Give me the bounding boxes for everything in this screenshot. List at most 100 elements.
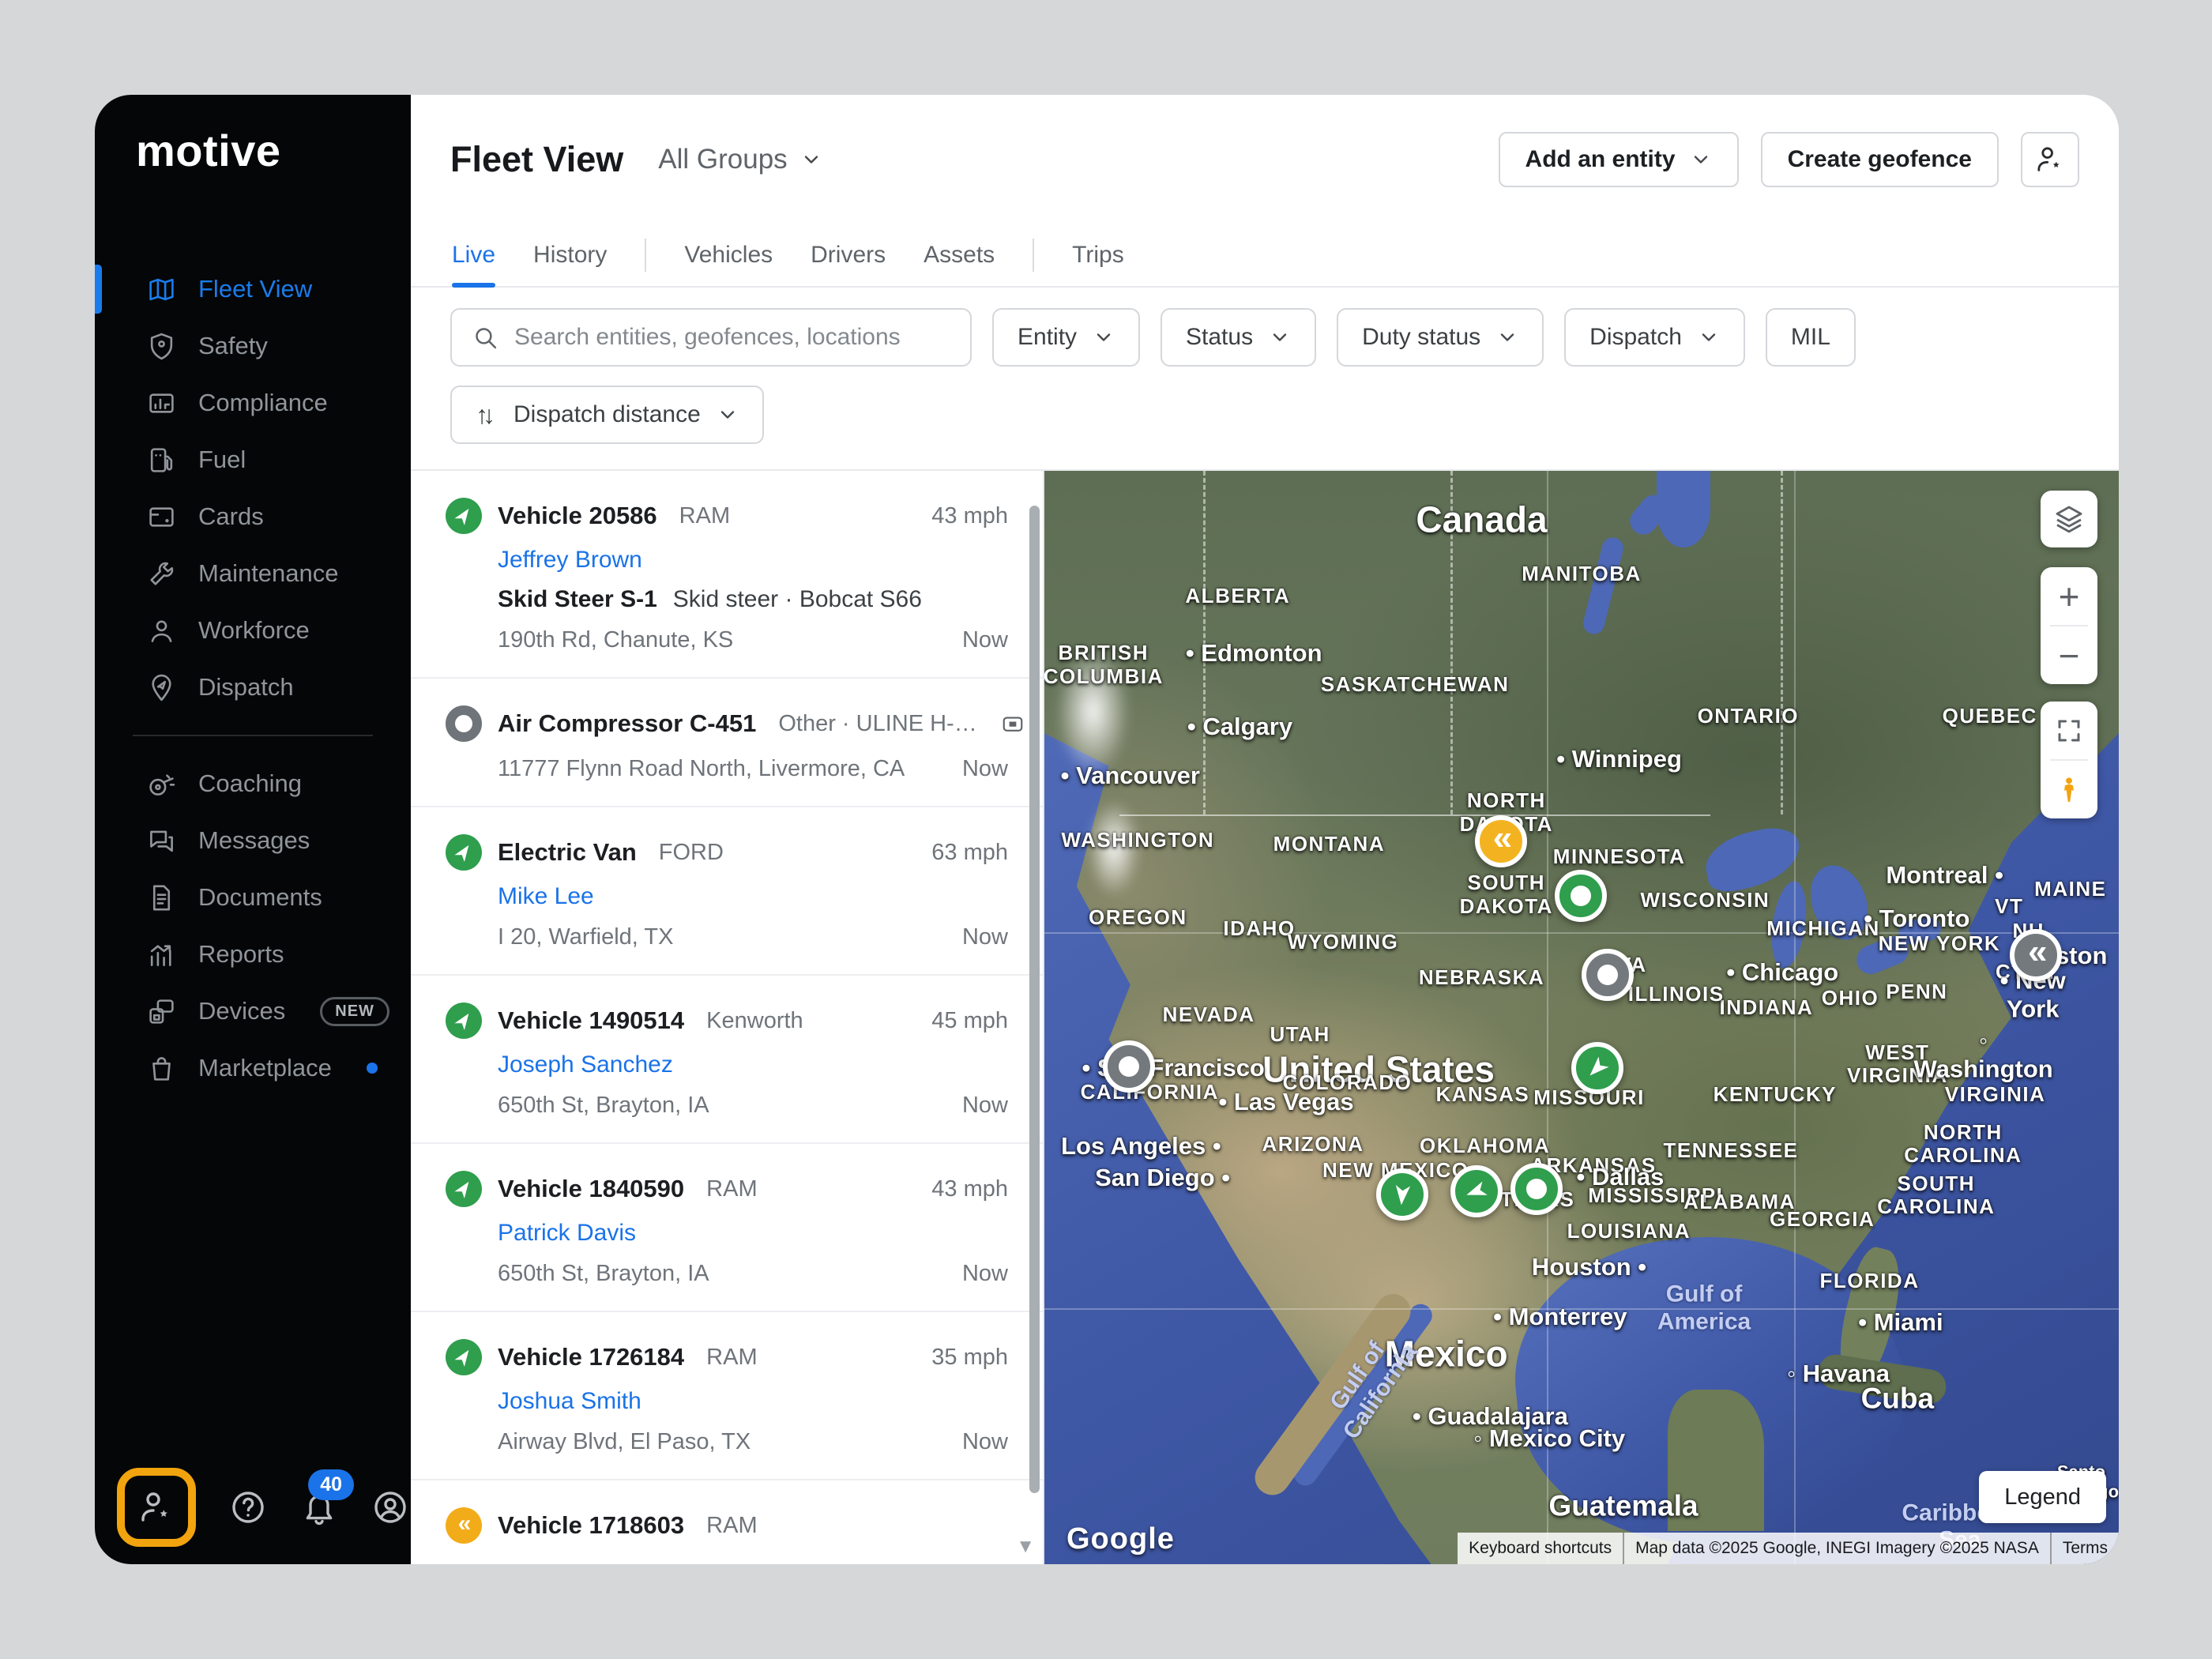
driver-link[interactable]: Jeffrey Brown (498, 547, 1008, 574)
marker-yellow-north-dakota[interactable]: « (1475, 815, 1527, 867)
moving-vehicle-icon (446, 1339, 482, 1375)
filter-chip-entity[interactable]: Entity (992, 308, 1140, 367)
admin-users-button[interactable] (2021, 132, 2079, 187)
tab-drivers[interactable]: Drivers (811, 224, 886, 286)
filter-bar: Search entities, geofences, locations En… (411, 288, 2119, 469)
driver-link[interactable]: Patrick Davis (498, 1220, 1008, 1247)
sidebar-item-maintenance[interactable]: Maintenance (95, 545, 411, 602)
sidebar-item-cards[interactable]: Cards (95, 488, 411, 545)
sidebar-item-reports[interactable]: Reports (95, 926, 411, 983)
sidebar-item-label: Fleet View (198, 275, 312, 303)
zoom-out-button[interactable]: − (2041, 626, 2097, 684)
sidebar-item-dispatch[interactable]: Dispatch (95, 659, 411, 716)
filter-chip-duty-status[interactable]: Duty status (1337, 308, 1544, 367)
legend-label: Legend (2004, 1484, 2081, 1510)
sidebar-item-devices[interactable]: DevicesNEW (95, 983, 411, 1040)
last-update-time: Now (962, 1261, 1008, 1287)
vehicle-name: Vehicle 1726184 (498, 1343, 684, 1371)
sidebar-item-messages[interactable]: Messages (95, 812, 411, 869)
marker-gray-iowa[interactable] (1582, 949, 1634, 1001)
sidebar-item-safety[interactable]: Safety (95, 318, 411, 374)
map-layers-button[interactable] (2041, 491, 2097, 547)
province-border (1450, 471, 1453, 814)
vehicle-address: Airway Blvd, El Paso, TX (498, 1429, 750, 1455)
chip-label: MIL (1791, 324, 1830, 351)
add-entity-button[interactable]: Add an entity (1499, 132, 1739, 187)
sidebar-item-compliance[interactable]: Compliance (95, 374, 411, 431)
vehicle-row[interactable]: Air Compressor C-451Other · ULINE H-…117… (411, 677, 1043, 806)
sidebar-item-marketplace[interactable]: Marketplace (95, 1040, 411, 1097)
filter-chip-mil[interactable]: MIL (1766, 308, 1856, 367)
bag-icon (147, 1054, 176, 1083)
last-update-time: Now (962, 924, 1008, 950)
vehicle-row[interactable]: Vehicle 1726184RAM35 mphJoshua SmithAirw… (411, 1311, 1043, 1479)
shield-icon (147, 332, 176, 361)
sidebar-item-coaching[interactable]: Coaching (95, 755, 411, 812)
marker-green-south-dakota[interactable] (1555, 870, 1607, 922)
vehicle-row[interactable]: «Vehicle 1718603RAM (411, 1479, 1043, 1564)
tab-trips[interactable]: Trips (1072, 224, 1124, 286)
direction-arrow-glyph (1578, 1049, 1616, 1087)
filter-chip-dispatch[interactable]: Dispatch (1564, 308, 1745, 367)
driver-link[interactable]: Joshua Smith (498, 1388, 1008, 1415)
map[interactable]: CanadaUnited StatesMexicoGuatemalaCubaAL… (1044, 471, 2119, 1564)
tab-vehicles[interactable]: Vehicles (684, 224, 773, 286)
filter-chip-status[interactable]: Status (1161, 308, 1316, 367)
tab-live[interactable]: Live (452, 224, 495, 286)
marker-green-texas[interactable] (1510, 1163, 1563, 1215)
admin-button[interactable] (137, 1488, 175, 1526)
search-input[interactable]: Search entities, geofences, locations (450, 308, 972, 367)
street-view-pegman[interactable] (2041, 761, 2097, 818)
list-scroll-down-indicator[interactable]: ▼ (1016, 1536, 1035, 1558)
google-logo[interactable]: Google (1066, 1522, 1175, 1556)
sidebar-item-label: Fuel (198, 446, 246, 474)
vehicle-address: I 20, Warfield, TX (498, 924, 673, 950)
vehicle-row[interactable]: Vehicle 1490514Kenworth45 mphJoseph Sanc… (411, 974, 1043, 1142)
create-geofence-button[interactable]: Create geofence (1761, 132, 1999, 187)
notifications-button[interactable]: 40 (300, 1488, 338, 1526)
marker-green-el-paso[interactable] (1376, 1168, 1428, 1221)
map-label: MONTANA (1273, 833, 1385, 856)
sort-label: Dispatch distance (514, 401, 701, 428)
legend-button[interactable]: Legend (1979, 1471, 2106, 1523)
map-label: OREGON (1089, 906, 1187, 930)
motive-logo[interactable]: motive (136, 125, 281, 176)
warning-vehicle-icon: « (446, 1507, 482, 1544)
sidebar-item-label: Reports (198, 940, 284, 969)
driver-link[interactable]: Mike Lee (498, 883, 1008, 910)
vehicle-row[interactable]: Vehicle 1840590RAM43 mphPatrick Davis650… (411, 1142, 1043, 1311)
map-label: KENTUCKY (1714, 1083, 1837, 1107)
map-view-control (2041, 702, 2097, 818)
sidebar-item-documents[interactable]: Documents (95, 869, 411, 926)
zoom-in-button[interactable]: + (2041, 567, 2097, 625)
tab-history[interactable]: History (533, 224, 607, 286)
sidebar-item-fleet-view[interactable]: Fleet View (95, 261, 411, 318)
vehicle-row[interactable]: Vehicle 20586RAM43 mphJeffrey BrownSkid … (411, 471, 1043, 677)
sidebar-item-label: Marketplace (198, 1054, 332, 1082)
chevron-down-icon (1269, 326, 1291, 348)
group-selector[interactable]: All Groups (658, 144, 822, 175)
tab-assets[interactable]: Assets (924, 224, 995, 286)
driver-link[interactable]: Joseph Sanchez (498, 1051, 1008, 1078)
fullscreen-button[interactable] (2041, 702, 2097, 759)
map-attribution: Keyboard shortcutsMap data ©2025 Google,… (1458, 1533, 2119, 1564)
marker-gray-boston[interactable]: « (2010, 929, 2062, 981)
fuel-icon (147, 446, 176, 475)
create-geofence-label: Create geofence (1788, 146, 1972, 173)
help-button[interactable] (229, 1488, 267, 1526)
sort-arrows-icon: ↑↓ (476, 401, 490, 430)
devices-icon (147, 997, 176, 1026)
sidebar-item-fuel[interactable]: Fuel (95, 431, 411, 488)
vehicle-row[interactable]: Electric VanFORD63 mphMike LeeI 20, Warf… (411, 806, 1043, 974)
marker-gray-san-francisco[interactable] (1103, 1040, 1155, 1093)
list-scrollbar[interactable] (1029, 506, 1040, 1493)
sort-dispatch-distance[interactable]: ↑↓ Dispatch distance (450, 386, 764, 444)
marker-green-west-texas[interactable] (1450, 1165, 1503, 1217)
sidebar-item-workforce[interactable]: Workforce (95, 602, 411, 659)
moving-vehicle-icon (446, 498, 482, 534)
person-icon (147, 616, 176, 645)
marker-green-missouri[interactable] (1571, 1042, 1623, 1094)
account-button[interactable] (371, 1488, 409, 1526)
terms-link[interactable]: Terms (2050, 1533, 2119, 1564)
keyboard-shortcuts-button[interactable]: Keyboard shortcuts (1458, 1533, 1623, 1564)
